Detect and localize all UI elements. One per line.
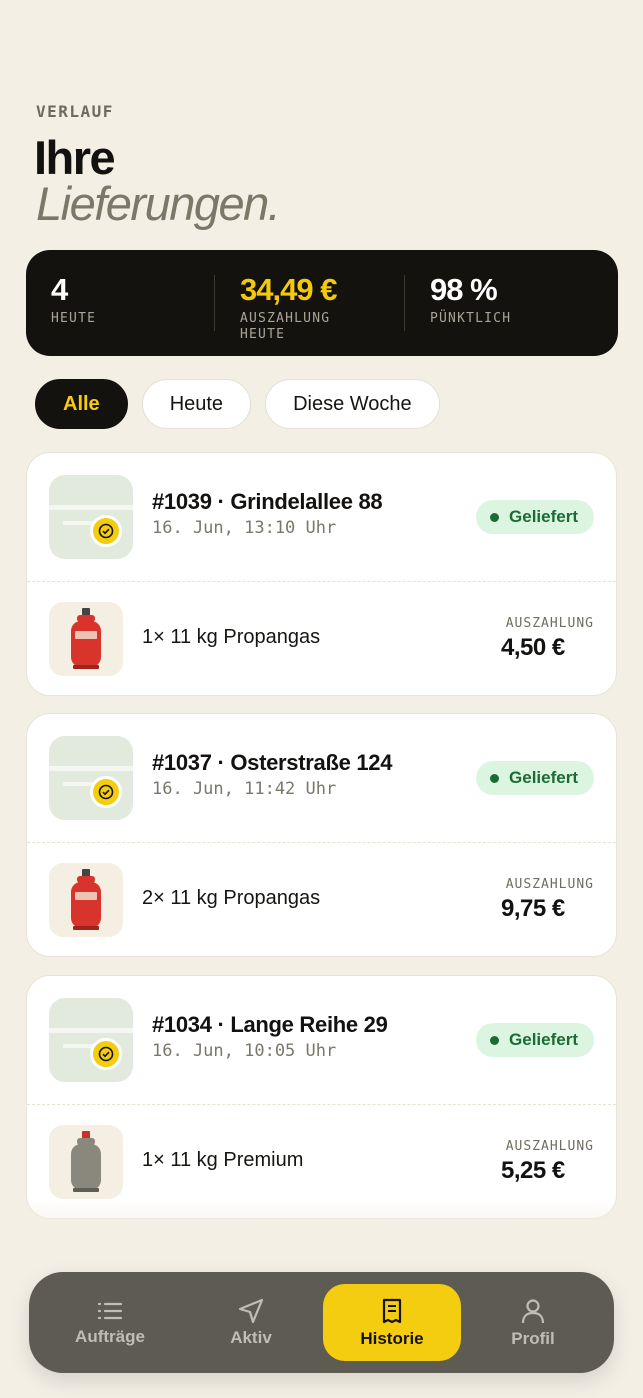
check-icon xyxy=(90,515,122,547)
stats-panel: 4 HEUTE 34,49 € AUSZAHLUNG HEUTE 98 % PÜ… xyxy=(26,250,618,356)
order-card[interactable]: #1034 · Lange Reihe 29 16. Jun, 10:05 Uh… xyxy=(26,975,617,1219)
payout-label: AUSZAHLUNG xyxy=(505,1139,594,1154)
order-header: #1037 · Osterstraße 124 16. Jun, 11:42 U… xyxy=(27,714,616,843)
map-thumbnail xyxy=(49,736,133,820)
stat-today: 4 HEUTE xyxy=(51,272,96,327)
nav-active-label: Aktiv xyxy=(230,1327,272,1347)
order-time: 16. Jun, 13:10 Uhr xyxy=(152,518,337,538)
map-thumbnail xyxy=(49,998,133,1082)
order-header: #1039 · Grindelallee 88 16. Jun, 13:10 U… xyxy=(27,453,616,582)
product-name: 1× 11 kg Premium xyxy=(142,1149,304,1171)
stat-payout-label: AUSZAHLUNG HEUTE xyxy=(240,311,331,342)
status-label: Geliefert xyxy=(509,1030,578,1049)
gas-cylinder-image xyxy=(49,863,123,937)
gas-cylinder-image xyxy=(49,1125,123,1199)
bottom-nav: Aufträge Aktiv Historie Profil xyxy=(29,1272,614,1373)
stats-divider xyxy=(404,275,405,331)
payout-value: 5,25 € xyxy=(501,1157,565,1184)
stat-today-label: HEUTE xyxy=(51,311,97,326)
status-dot-icon xyxy=(490,1035,500,1045)
order-header: #1034 · Lange Reihe 29 16. Jun, 10:05 Uh… xyxy=(27,976,616,1105)
payout-value: 4,50 € xyxy=(501,634,565,661)
status-label: Geliefert xyxy=(509,507,578,526)
status-label: Geliefert xyxy=(509,768,578,787)
product-name: 1× 11 kg Propangas xyxy=(142,626,321,648)
page-subtitle: Lieferungen. xyxy=(36,177,281,230)
nav-profile[interactable]: Profil xyxy=(464,1284,602,1361)
stat-punctual-label: PÜNKTLICH xyxy=(430,311,512,326)
filter-all-chip[interactable]: Alle xyxy=(35,379,128,429)
payout-label: AUSZAHLUNG xyxy=(505,877,594,892)
navigation-icon xyxy=(238,1298,264,1323)
payout-value: 9,75 € xyxy=(501,895,565,922)
order-card[interactable]: #1037 · Osterstraße 124 16. Jun, 11:42 U… xyxy=(26,713,617,957)
nav-profile-label: Profil xyxy=(511,1328,555,1348)
nav-history-label: Historie xyxy=(360,1328,424,1348)
nav-active[interactable]: Aktiv xyxy=(182,1284,320,1361)
product-name: 2× 11 kg Propangas xyxy=(142,887,321,909)
check-icon xyxy=(90,1038,122,1070)
stats-divider xyxy=(214,275,215,331)
payout-label: AUSZAHLUNG xyxy=(505,616,594,631)
list-icon xyxy=(97,1302,123,1319)
stat-payout: 34,49 € AUSZAHLUNG HEUTE xyxy=(240,272,370,343)
map-thumbnail xyxy=(49,475,133,559)
filter-today-chip[interactable]: Heute xyxy=(141,379,252,429)
order-title: #1034 · Lange Reihe 29 xyxy=(152,1012,388,1037)
section-eyebrow: VERLAUF xyxy=(36,102,114,121)
user-icon xyxy=(521,1298,545,1323)
order-time: 16. Jun, 11:42 Uhr xyxy=(152,779,337,799)
filter-chips: Alle Heute Diese Woche xyxy=(35,379,440,429)
order-time: 16. Jun, 10:05 Uhr xyxy=(152,1041,337,1061)
order-title: #1039 · Grindelallee 88 xyxy=(152,489,383,514)
status-badge: Geliefert xyxy=(476,500,594,534)
nav-orders-label: Aufträge xyxy=(75,1326,145,1346)
gas-cylinder-image xyxy=(49,602,123,676)
status-badge: Geliefert xyxy=(476,761,594,795)
status-dot-icon xyxy=(490,773,500,783)
status-dot-icon xyxy=(490,512,500,522)
receipt-icon xyxy=(382,1298,402,1323)
stat-punctual: 98 % PÜNKTLICH xyxy=(430,272,511,327)
nav-history[interactable]: Historie xyxy=(323,1284,461,1361)
order-card[interactable]: #1039 · Grindelallee 88 16. Jun, 13:10 U… xyxy=(26,452,617,696)
filter-week-chip[interactable]: Diese Woche xyxy=(265,379,440,429)
stat-punctual-value: 98 % xyxy=(430,272,498,307)
nav-orders[interactable]: Aufträge xyxy=(41,1284,179,1361)
stat-today-value: 4 xyxy=(51,272,68,307)
status-badge: Geliefert xyxy=(476,1023,594,1057)
order-title: #1037 · Osterstraße 124 xyxy=(152,750,393,775)
stat-payout-value: 34,49 € xyxy=(240,272,337,307)
check-icon xyxy=(90,776,122,808)
